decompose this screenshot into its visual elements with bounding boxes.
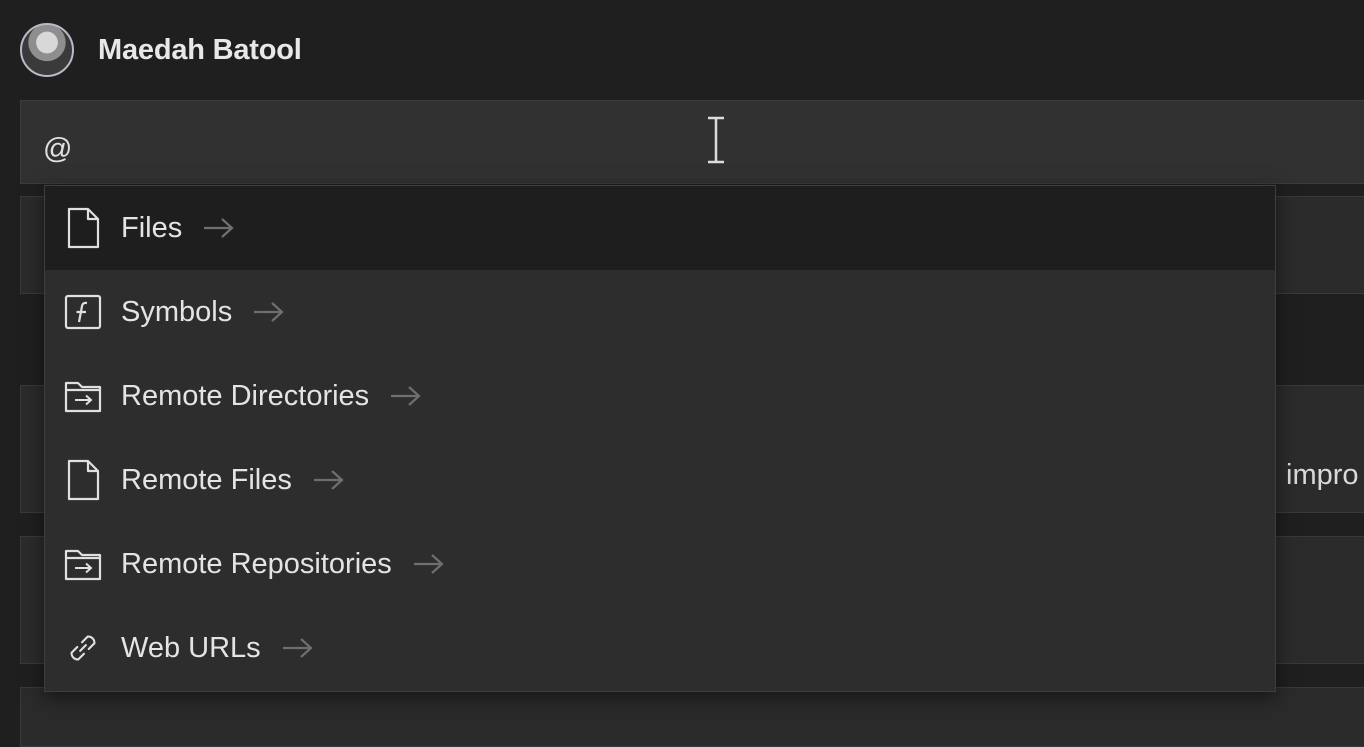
menu-item-label: Files xyxy=(121,211,183,244)
remote-folder-icon xyxy=(63,372,103,420)
menu-item-label: Web URLs xyxy=(121,631,261,664)
user-header: Maedah Batool xyxy=(20,22,302,78)
menu-item-files[interactable]: Files xyxy=(45,186,1275,270)
menu-item-remote-directories[interactable]: Remote Directories xyxy=(45,354,1275,438)
menu-item-remote-repositories[interactable]: Remote Repositories xyxy=(45,522,1275,606)
menu-item-remote-files[interactable]: Remote Files xyxy=(45,438,1275,522)
mention-context-menu: Files Symbols Remote Directories Remote … xyxy=(44,185,1276,692)
arrow-right-icon xyxy=(204,218,234,238)
menu-item-symbols[interactable]: Symbols xyxy=(45,270,1275,354)
arrow-right-icon xyxy=(282,638,313,658)
menu-item-label: Symbols xyxy=(121,295,233,328)
message-card xyxy=(20,687,1364,747)
arrow-right-icon xyxy=(313,470,344,490)
link-icon xyxy=(63,624,103,672)
menu-item-web-urls[interactable]: Web URLs xyxy=(45,606,1275,690)
file-icon xyxy=(63,456,103,504)
file-icon xyxy=(63,204,103,252)
function-symbol-icon xyxy=(63,288,103,336)
avatar[interactable] xyxy=(20,23,74,77)
user-name: Maedah Batool xyxy=(98,33,302,66)
remote-folder-icon xyxy=(63,540,103,588)
chat-input[interactable]: @ xyxy=(20,100,1364,184)
arrow-right-icon xyxy=(254,302,284,322)
menu-item-label: Remote Directories xyxy=(121,379,370,412)
menu-item-label: Remote Files xyxy=(121,463,292,496)
message-text: impro xyxy=(1286,459,1359,491)
arrow-right-icon xyxy=(413,554,444,574)
text-cursor-icon xyxy=(708,116,724,164)
arrow-right-icon xyxy=(391,386,421,406)
chat-input-value[interactable]: @ xyxy=(43,133,72,166)
menu-item-label: Remote Repositories xyxy=(121,547,392,580)
